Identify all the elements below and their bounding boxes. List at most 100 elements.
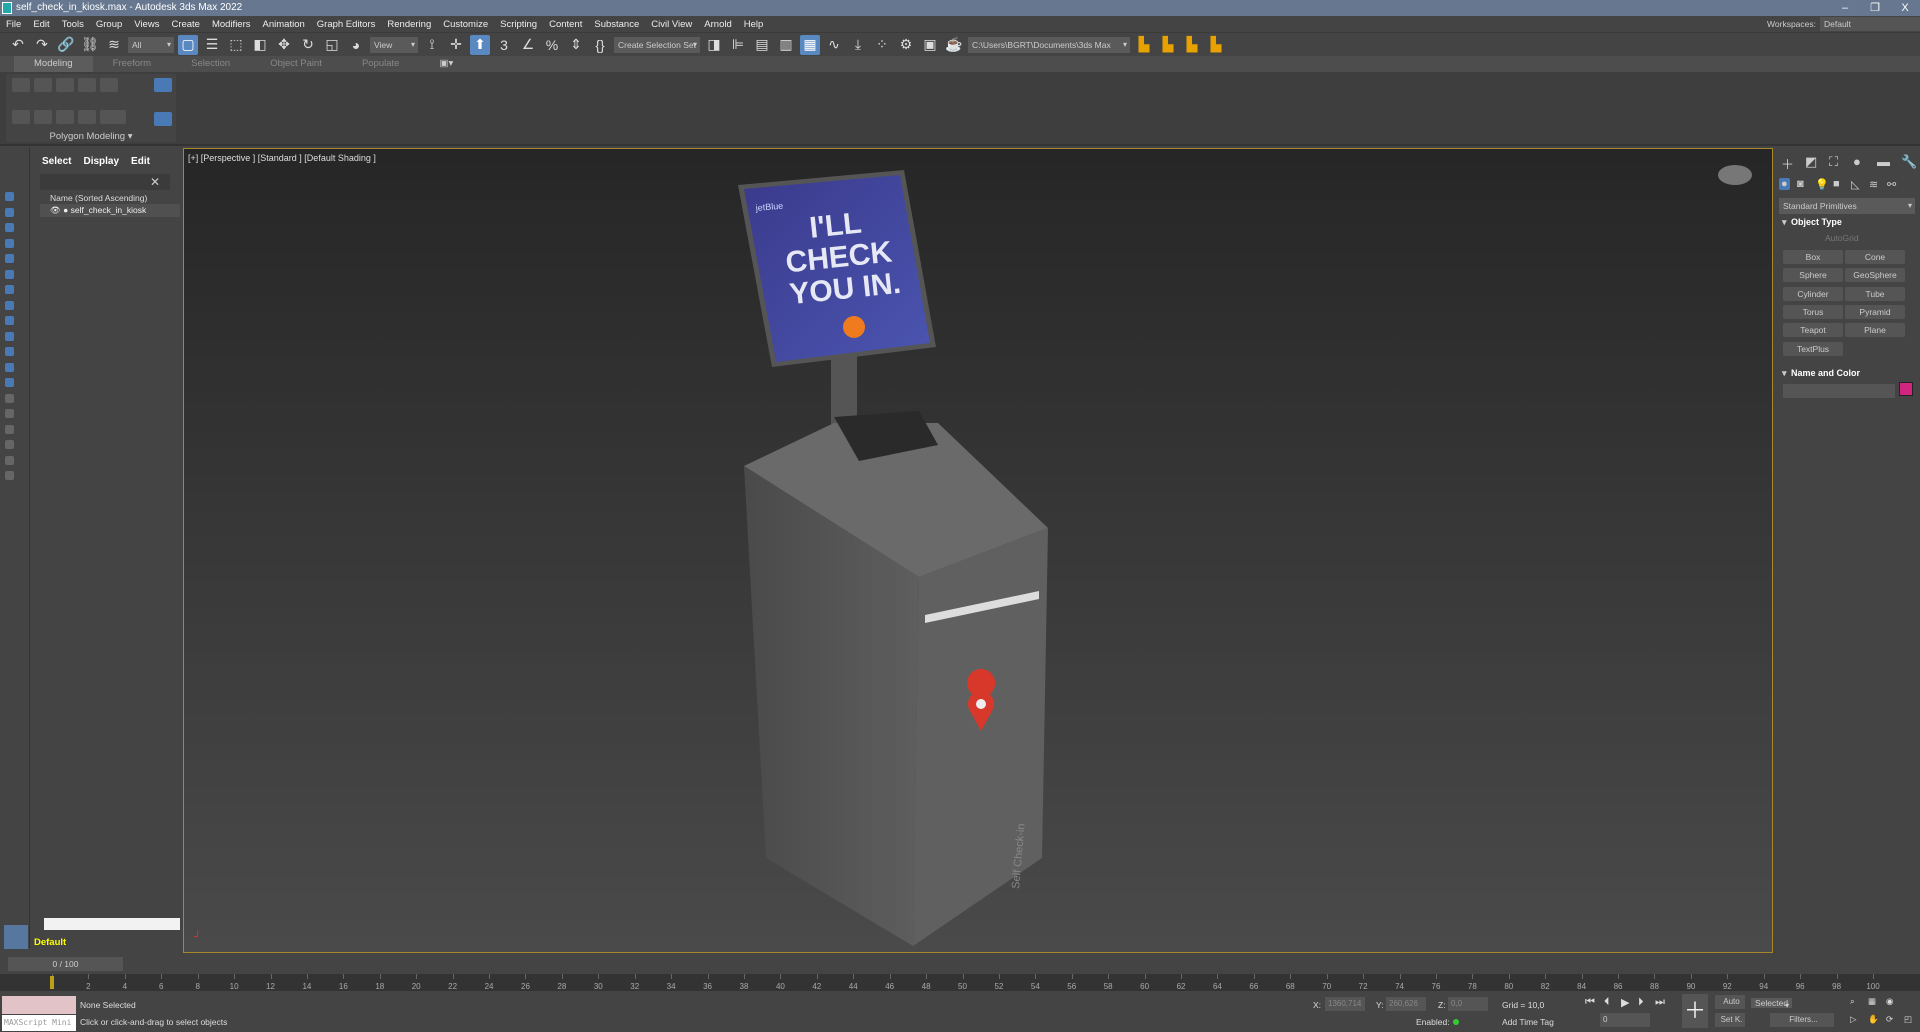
explorer-filter-icon[interactable] xyxy=(5,393,14,403)
explorer-filter-icon[interactable] xyxy=(5,455,14,465)
hierarchy-tab-icon[interactable]: ⛶ xyxy=(1829,154,1838,170)
primitive-plane-button[interactable]: Plane xyxy=(1845,323,1905,338)
current-layer[interactable]: Default xyxy=(34,937,66,948)
primitive-textplus-button[interactable]: TextPlus xyxy=(1783,341,1843,356)
layer-field[interactable] xyxy=(44,918,180,930)
prev-frame-icon[interactable]: ⏴ xyxy=(1604,996,1610,1009)
project-tree-icon[interactable]: ▙ xyxy=(1182,35,1202,55)
primitive-teapot-button[interactable]: Teapot xyxy=(1783,323,1843,338)
manipulate-icon[interactable]: ✛ xyxy=(446,35,466,55)
explorer-filter-icon[interactable] xyxy=(5,207,14,217)
selection-filter-dropdown[interactable]: All xyxy=(128,36,174,53)
ribbon-tool-icon[interactable] xyxy=(100,110,126,124)
select-by-name-icon[interactable]: ☰ xyxy=(202,35,222,55)
ribbon-tool-icon[interactable] xyxy=(78,110,96,124)
render-production-icon[interactable]: ☕ xyxy=(944,35,964,55)
ribbon-tool-icon[interactable] xyxy=(34,110,52,124)
menu-rendering[interactable]: Rendering xyxy=(387,19,431,30)
spacewarps-icon[interactable]: ≋ xyxy=(1869,178,1878,191)
menu-graph-editors[interactable]: Graph Editors xyxy=(317,19,376,30)
maxscript-mini-listener[interactable]: MAXScript Mini xyxy=(2,1015,76,1031)
tab-freeform[interactable]: Freeform xyxy=(93,56,172,72)
explorer-filter-icon[interactable] xyxy=(5,347,14,356)
menu-customize[interactable]: Customize xyxy=(443,19,488,30)
utilities-tab-icon[interactable]: 🔧 xyxy=(1901,154,1917,170)
modify-tab-icon[interactable]: ◩ xyxy=(1805,154,1817,170)
ribbon-tool-icon[interactable] xyxy=(100,78,118,92)
ribbon-tool-icon[interactable] xyxy=(154,78,172,92)
explorer-filter-icon[interactable] xyxy=(5,362,14,372)
menu-content[interactable]: Content xyxy=(549,19,582,30)
explorer-filter-icon[interactable] xyxy=(5,254,14,263)
explorer-filter-icon[interactable] xyxy=(5,424,14,434)
explorer-menu-select[interactable]: Select xyxy=(42,156,71,167)
systems-icon[interactable]: ⚯ xyxy=(1887,178,1896,191)
autogrid-checkbox[interactable]: AutoGrid xyxy=(1825,233,1859,243)
viewcube-icon[interactable] xyxy=(1718,165,1752,185)
ribbon-tool-icon[interactable] xyxy=(34,78,52,92)
scene-explorer-icon[interactable]: ▤ xyxy=(752,35,772,55)
explorer-filter-icon[interactable] xyxy=(5,238,14,248)
reference-coordinate-dropdown[interactable]: View xyxy=(370,36,418,53)
placement-icon[interactable]: ◕ xyxy=(346,35,366,55)
mirror-icon[interactable]: ◨ xyxy=(704,35,724,55)
ribbon-options-icon[interactable]: ▣▾ xyxy=(419,56,473,72)
create-tab-icon[interactable]: ＋ xyxy=(1781,154,1794,173)
clear-search-icon[interactable]: ✕ xyxy=(150,175,160,189)
undo-icon[interactable]: ↶ xyxy=(8,35,28,55)
primitive-sphere-button[interactable]: Sphere xyxy=(1783,268,1843,283)
add-time-tag-button[interactable]: Add Time Tag xyxy=(1502,1017,1554,1027)
object-color-swatch[interactable] xyxy=(1899,382,1913,396)
explorer-filter-icon[interactable] xyxy=(5,300,14,310)
menu-civil-view[interactable]: Civil View xyxy=(651,19,692,30)
menu-arnold[interactable]: Arnold xyxy=(704,19,731,30)
explorer-filter-icon[interactable] xyxy=(5,269,14,279)
auto-key-button[interactable]: Auto xyxy=(1715,995,1745,1009)
list-item[interactable]: 👁 ● self_check_in_kiosk xyxy=(40,204,180,217)
edit-named-selection-icon[interactable]: {} xyxy=(590,35,610,55)
percent-snap-icon[interactable]: % xyxy=(542,35,562,55)
primitive-tube-button[interactable]: Tube xyxy=(1845,286,1905,301)
workspaces-dropdown[interactable]: Default xyxy=(1820,17,1920,31)
enabled-indicator-icon[interactable] xyxy=(1453,1019,1459,1025)
set-key-button[interactable]: Set K. xyxy=(1715,1013,1745,1027)
tab-populate[interactable]: Populate xyxy=(342,56,420,72)
z-coordinate-field[interactable]: 0,0 xyxy=(1448,997,1488,1011)
explorer-filter-icon[interactable] xyxy=(5,471,14,480)
schematic-view-icon[interactable]: ⤓ xyxy=(848,35,868,55)
cameras-icon[interactable]: ■ xyxy=(1833,178,1840,190)
current-frame-field[interactable]: 0 xyxy=(1600,1013,1650,1027)
ribbon-tool-icon[interactable] xyxy=(154,112,172,126)
key-filters-button[interactable]: Filters... xyxy=(1770,1013,1834,1027)
maximize-viewport-icon[interactable]: ◰ xyxy=(1904,1014,1912,1025)
object-type-rollout[interactable]: Object Type xyxy=(1779,215,1915,229)
layer-icon[interactable] xyxy=(4,925,28,949)
name-column-header[interactable]: Name (Sorted Ascending) xyxy=(50,193,147,203)
explorer-filter-icon[interactable] xyxy=(5,440,14,449)
pan-icon[interactable]: ✋ xyxy=(1868,1014,1879,1025)
menu-animation[interactable]: Animation xyxy=(263,19,305,30)
workspaces-selector[interactable]: Workspaces: Default xyxy=(1767,16,1920,32)
project-folder-icon[interactable]: ▙ xyxy=(1158,35,1178,55)
angle-snap-icon[interactable]: ∠ xyxy=(518,35,538,55)
restore-button[interactable]: ❐ xyxy=(1860,0,1890,16)
explorer-filter-icon[interactable] xyxy=(5,285,14,294)
align-icon[interactable]: ⊫ xyxy=(728,35,748,55)
listener-pane[interactable] xyxy=(2,996,76,1014)
minimize-button[interactable]: – xyxy=(1830,0,1860,16)
shapes-icon[interactable]: ◙ xyxy=(1797,178,1804,190)
visibility-eye-icon[interactable]: 👁 ● xyxy=(50,205,71,215)
explorer-filter-icon[interactable] xyxy=(5,223,14,232)
next-frame-icon[interactable]: ⏵ xyxy=(1638,996,1644,1009)
primitive-cylinder-button[interactable]: Cylinder xyxy=(1783,286,1843,301)
project-wizard-icon[interactable]: ▙ xyxy=(1206,35,1226,55)
field-of-view-icon[interactable]: ▷ xyxy=(1850,1014,1857,1025)
move-icon[interactable]: ✥ xyxy=(274,35,294,55)
rendered-frame-window-icon[interactable]: ▣ xyxy=(920,35,940,55)
primitive-geosphere-button[interactable]: GeoSphere xyxy=(1845,268,1905,283)
zoom-all-icon[interactable]: ▦ xyxy=(1868,996,1876,1007)
time-slider[interactable]: 0 / 100 xyxy=(8,957,123,971)
ribbon-tool-icon[interactable] xyxy=(56,78,74,92)
primitive-torus-button[interactable]: Torus xyxy=(1783,304,1843,319)
lights-icon[interactable]: 💡 xyxy=(1815,178,1829,191)
